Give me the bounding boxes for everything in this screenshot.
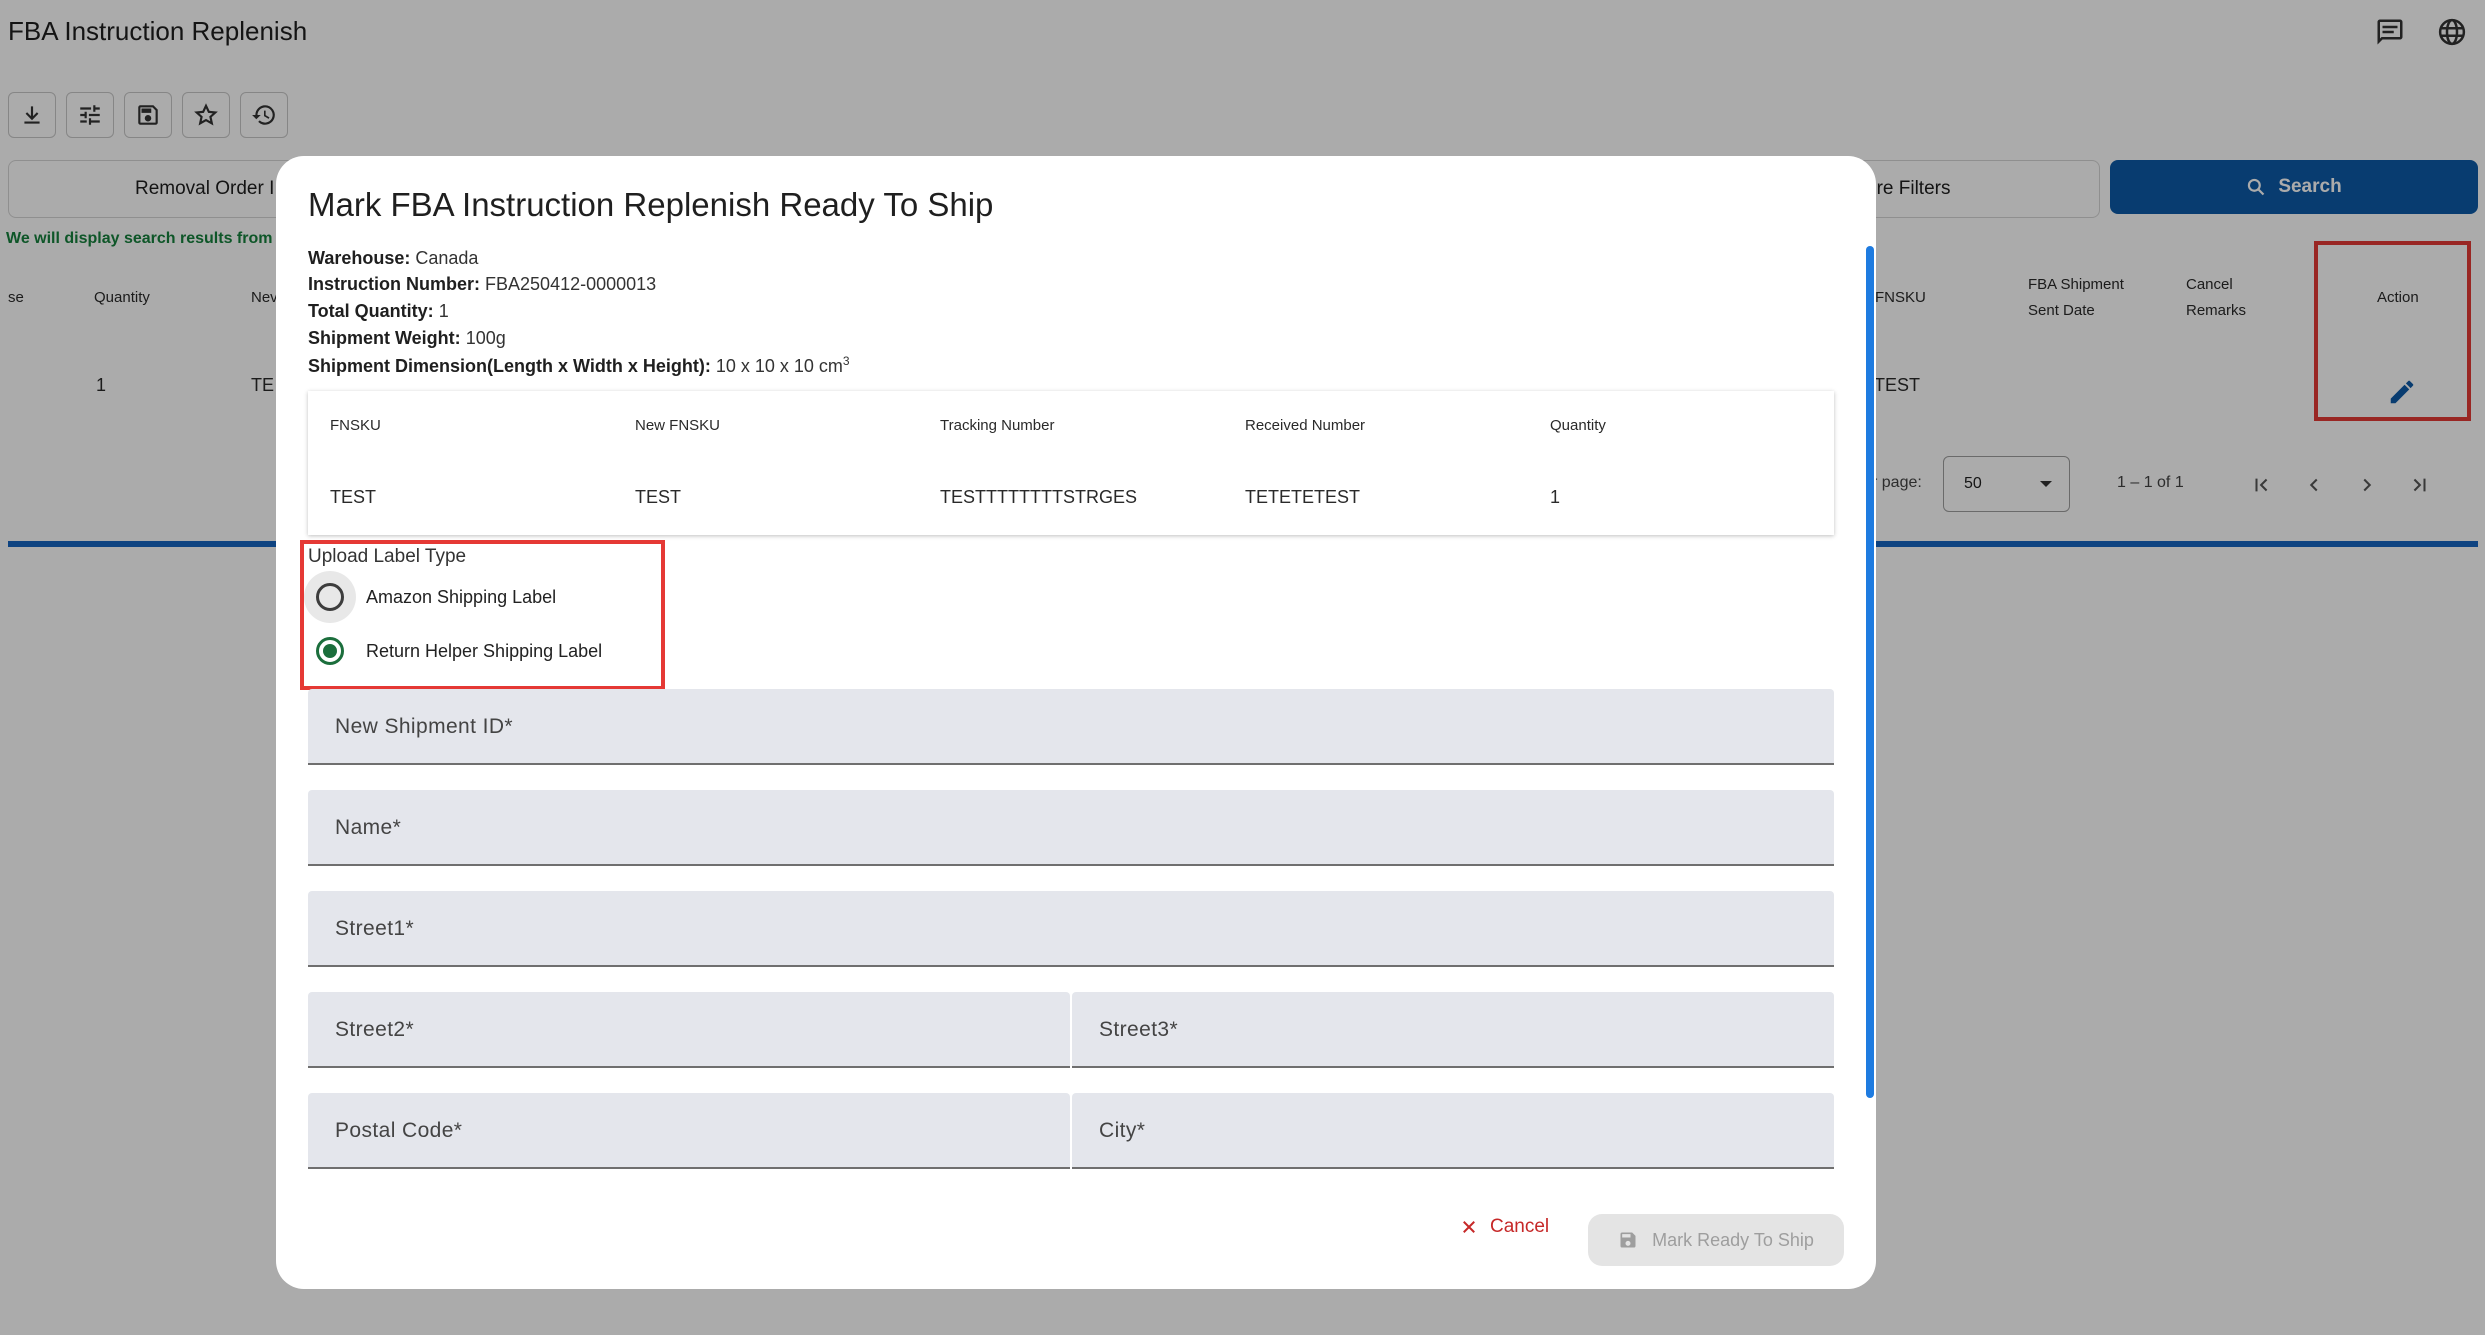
info-shipment-dimension: Shipment Dimension(Length x Width x Heig… [308, 354, 850, 376]
close-icon [1463, 1221, 1475, 1233]
street3-field[interactable]: Street3* [1072, 992, 1834, 1068]
items-cell-quantity: 1 [1550, 487, 1561, 507]
items-header-quantity: Quantity [1550, 417, 1606, 434]
street2-field[interactable]: Street2* [308, 992, 1070, 1068]
items-cell-new-fnsku: TEST [635, 487, 682, 507]
info-warehouse: Warehouse: Canada [308, 248, 479, 268]
label-type-highlight-box [300, 540, 665, 690]
cancel-button[interactable]: Cancel [1460, 1216, 1549, 1238]
save-icon [1620, 1232, 1636, 1248]
street1-field[interactable]: Street1* [308, 891, 1834, 967]
mark-ready-dialog: Mark FBA Instruction Replenish Ready To … [276, 156, 1876, 1289]
mark-ready-to-ship-button[interactable]: Mark Ready To Ship [1588, 1214, 1844, 1266]
items-cell-fnsku: TEST [330, 487, 377, 507]
city-field[interactable]: City* [1072, 1093, 1834, 1169]
name-field[interactable]: Name* [308, 790, 1834, 866]
dialog-title: Mark FBA Instruction Replenish Ready To … [308, 186, 994, 223]
postal-code-field[interactable]: Postal Code* [308, 1093, 1070, 1169]
items-table: FNSKU New FNSKU Tracking Number Received… [308, 391, 1834, 535]
info-shipment-weight: Shipment Weight: 100g [308, 328, 506, 348]
items-header-tracking-number: Tracking Number [940, 417, 1055, 434]
info-total-quantity: Total Quantity: 1 [308, 301, 449, 321]
info-instruction-number: Instruction Number: FBA250412-0000013 [308, 274, 657, 294]
items-header-new-fnsku: New FNSKU [635, 417, 721, 434]
cancel-button-label: Cancel [1490, 1216, 1550, 1237]
items-cell-tracking-number: TESTTTTTTTTSTRGES [940, 487, 1137, 507]
dialog-scrollbar[interactable] [1866, 246, 1874, 1098]
shipment-id-field[interactable]: New Shipment ID* [308, 689, 1834, 765]
mark-ready-button-label: Mark Ready To Ship [1652, 1229, 1814, 1250]
items-header-fnsku: FNSKU [330, 417, 381, 434]
items-cell-received-number: TETETETEST [1245, 487, 1361, 507]
items-header-received-number: Received Number [1245, 417, 1366, 434]
